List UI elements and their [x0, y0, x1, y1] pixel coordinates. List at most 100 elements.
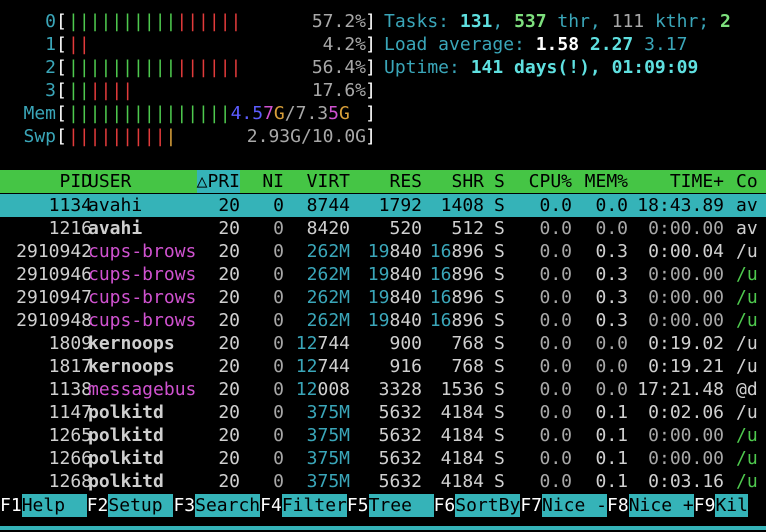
fkey-f1-button[interactable]: Help [21, 494, 87, 517]
process-row[interactable]: 1809 kernoops 20 0 12744 900 768 S 0.0 0.0 0:19.02… [0, 332, 766, 355]
cell-virt: 375M [306, 471, 350, 492]
fkey-f5-button[interactable]: Tree [368, 494, 434, 517]
cell-res: 19840 [367, 241, 422, 262]
cell-s: S [494, 402, 505, 423]
fkey-f6-button[interactable]: SortBy [455, 494, 521, 517]
process-row[interactable]: 1147 polkitd 20 0 375M 5632 4184 S 0.0 0.1 0:02.06… [0, 401, 766, 424]
cell-pri: 20 [218, 425, 240, 446]
meter-bar: |||||||||| [68, 125, 176, 148]
cell-user: polkitd [88, 402, 164, 423]
cell-ni: 0 [273, 310, 284, 331]
process-row[interactable]: 1268 polkitd 20 0 375M 5632 4184 S 0.0 0.1 0:03.16… [0, 470, 766, 493]
meter-close-bracket: ] [365, 103, 376, 124]
cell-user: polkitd [88, 448, 164, 469]
cell-shr: 4184 [440, 425, 484, 446]
process-row[interactable]: 1265 polkitd 20 0 375M 5632 4184 S 0.0 0.1 0:00.00… [0, 424, 766, 447]
meter-segment: |||||||||| [68, 57, 177, 78]
meter-close-bracket: ] [365, 34, 376, 55]
col-time[interactable]: TIME+ [670, 170, 724, 193]
col-pri-sorted[interactable]: △PRI [196, 170, 240, 193]
cell-virt: 12744 [295, 333, 350, 354]
threads-count: 537 [514, 11, 547, 32]
cell-pid: 1265 [48, 425, 92, 446]
meter-label: 3 [45, 80, 56, 101]
cell-ni: 0 [273, 471, 284, 492]
cell-time: 0:00.00 [648, 425, 724, 446]
cell-ni: 0 [273, 218, 284, 239]
cell-res: 19840 [367, 310, 422, 331]
cell-shr: 4184 [440, 402, 484, 423]
meter-bar: |||||| [68, 79, 133, 102]
process-row[interactable]: 2910947 cups-brows 20 0 262M 19840 16896 S 0.0 0.… [0, 286, 766, 309]
process-row[interactable]: 1138 messagebus 20 0 12008 3328 1536 S 0.0 0.0 17:… [0, 378, 766, 401]
meter-close-bracket: ] [365, 57, 376, 78]
col-res[interactable]: RES [389, 170, 422, 193]
fkey-f6: F6 [433, 495, 456, 516]
meter-2: 2[|||||||||||||||| 56.4%] [0, 56, 380, 79]
meter-open-bracket: [ [56, 57, 67, 78]
cell-ni: 0 [273, 241, 284, 262]
meter-value: 57.2% [311, 11, 366, 32]
cell-shr: 16896 [429, 264, 484, 285]
meter-segment: G [338, 103, 350, 124]
fkey-f2-button[interactable]: Setup [108, 494, 174, 517]
col-state[interactable]: S [494, 170, 505, 193]
meter-label: Mem [23, 103, 56, 124]
meter-segment: |||||||||| [68, 11, 177, 32]
meter-label: 0 [45, 11, 56, 32]
cell-user: cups-brows [88, 241, 197, 262]
process-table-header: PID USER △PRI NI VIRT RES SHR S CPU% MEM… [0, 170, 766, 193]
cell-cpu: 0.0 [539, 195, 572, 216]
cell-mem: 0.0 [595, 356, 628, 377]
cell-pri: 20 [218, 264, 240, 285]
cell-mem: 0.1 [595, 425, 628, 446]
load-average-line: Load average: 1.58 2.27 3.17 [384, 34, 688, 55]
process-row[interactable]: 1817 kernoops 20 0 12744 916 768 S 0.0 0.0 0:19.21… [0, 355, 766, 378]
meter-segment: 5 [328, 103, 339, 124]
col-ni[interactable]: NI [262, 170, 284, 193]
col-command[interactable]: Co [736, 170, 758, 193]
fkey-f8-button[interactable]: Nice + [628, 494, 694, 517]
process-row[interactable]: 1266 polkitd 20 0 375M 5632 4184 S 0.0 0.1 0:00.00… [0, 447, 766, 470]
cell-pid: 1147 [48, 402, 92, 423]
fkey-f4-button[interactable]: Filter [281, 494, 347, 517]
meter-value: 56.4% [311, 57, 366, 78]
cell-ni: 0 [273, 356, 284, 377]
process-row[interactable]: 1216 avahi 20 0 8420 520 512 S 0.0 0.0 0:00.00 av [0, 217, 766, 240]
col-user[interactable]: USER [88, 170, 131, 193]
uptime-line: Uptime: 141 days(!), 01:09:09 [384, 57, 699, 78]
fkey-f9-button[interactable]: Kil [715, 494, 748, 517]
meter-value: 17.6% [311, 80, 366, 101]
cell-user: cups-brows [88, 287, 197, 308]
col-cpu[interactable]: CPU% [529, 170, 572, 193]
cell-mem: 0.3 [595, 310, 628, 331]
col-shr[interactable]: SHR [451, 170, 484, 193]
meter-1: 1[|| 4.2%] [0, 33, 380, 56]
bottom-border [0, 526, 766, 530]
cell-pid: 1266 [48, 448, 92, 469]
process-row[interactable]: 2910946 cups-brows 20 0 262M 19840 16896 S 0.0 0.… [0, 263, 766, 286]
cell-time: 0:00.00 [648, 264, 724, 285]
cell-ni: 0 [273, 287, 284, 308]
meter-segment: |||||| [176, 57, 242, 78]
tasks-line: Tasks: 131, 537 thr, 111 kthr; 2 [384, 11, 731, 32]
cell-s: S [494, 264, 505, 285]
fkey-f3-button[interactable]: Search [195, 494, 261, 517]
fkey-f7-button[interactable]: Nice - [542, 494, 608, 517]
cell-cmd: /u [736, 425, 758, 446]
process-row[interactable]: 2910948 cups-brows 20 0 262M 19840 16896 S 0.0 0.… [0, 309, 766, 332]
meter-segment: | [165, 126, 177, 147]
process-row[interactable]: 2910942 cups-brows 20 0 262M 19840 16896 S 0.0 0.… [0, 240, 766, 263]
function-key-bar: F1Help F2Setup F3SearchF4FilterF5Tree F6… [0, 494, 766, 517]
cell-pri: 20 [218, 218, 240, 239]
cell-ni: 0 [273, 448, 284, 469]
cell-pid: 1817 [48, 356, 92, 377]
col-virt[interactable]: VIRT [307, 170, 350, 193]
cell-ni: 0 [273, 379, 284, 400]
col-mem[interactable]: MEM% [585, 170, 628, 193]
process-row-selected[interactable]: 1134 avahi 20 0 8744 1792 1408 S 0.0 0.0 18:43.89 a… [0, 194, 766, 217]
cell-mem: 0.0 [595, 195, 628, 216]
meter-swp: Swp[|||||||||| 2.93G/10.0G] [0, 125, 380, 148]
fkey-f7: F7 [520, 495, 542, 516]
cell-virt: 375M [306, 402, 350, 423]
